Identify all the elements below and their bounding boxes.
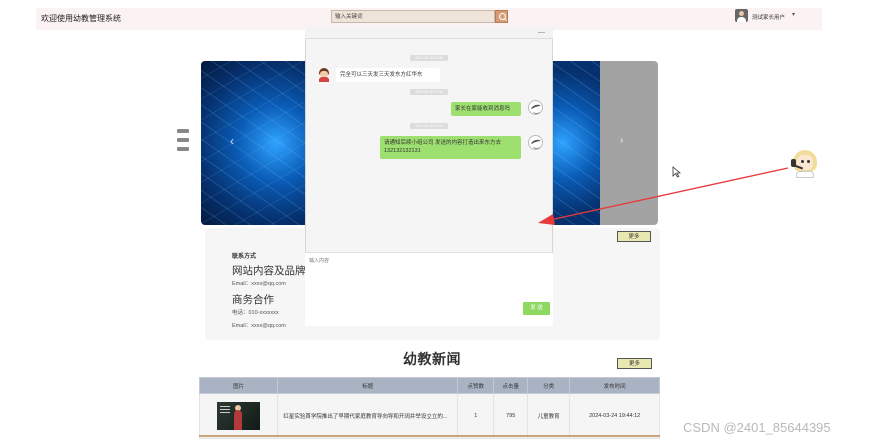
annotation-arrow-icon <box>538 167 789 225</box>
mouse-cursor-icon <box>672 166 682 178</box>
watermark: CSDN @2401_85644395 <box>683 420 831 435</box>
customer-service-avatar[interactable] <box>790 150 820 178</box>
